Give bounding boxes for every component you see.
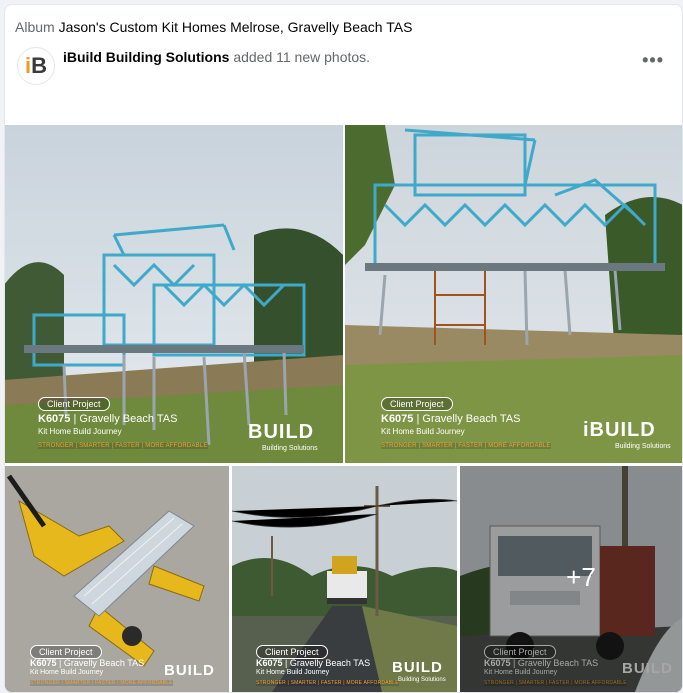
author-link[interactable]: iBuild Building Solutions xyxy=(63,49,229,65)
journey-text: Kit Home Build Journey xyxy=(38,427,122,436)
brand-watermark: BUILD xyxy=(392,659,443,676)
journey-text: Kit Home Build Journey xyxy=(256,669,330,676)
album-title-link[interactable]: Jason's Custom Kit Homes Melrose, Gravel… xyxy=(59,19,413,35)
photo-tile-2[interactable]: Client Project K6075 | Gravelly Beach TA… xyxy=(345,125,682,463)
post-action-text: added 11 new photos. xyxy=(233,49,371,65)
post-card: Album Jason's Custom Kit Homes Melrose, … xyxy=(4,4,683,693)
slogan-text: STRONGER | SMARTER | FASTER | MORE AFFOR… xyxy=(256,680,399,686)
more-photos-count: +7 xyxy=(566,561,596,592)
more-photos-overlay[interactable]: +7 xyxy=(460,466,682,692)
client-project-badge: Client Project xyxy=(38,397,110,411)
client-project-badge: Client Project xyxy=(30,645,102,659)
slogan-text: STRONGER | SMARTER | FASTER | MORE AFFOR… xyxy=(38,443,208,449)
album-prefix: Album xyxy=(15,19,55,35)
journey-text: Kit Home Build Journey xyxy=(30,669,104,676)
album-header: Album Jason's Custom Kit Homes Melrose, … xyxy=(15,19,412,35)
project-code: K6075 | Gravelly Beach TAS xyxy=(30,658,145,668)
project-code: K6075 | Gravelly Beach TAS xyxy=(381,413,521,425)
brand-sub-text: Building Solutions xyxy=(262,445,318,452)
photo-tile-5[interactable]: Client Project K6075 | Gravelly Beach TA… xyxy=(460,466,682,692)
photo-tile-3[interactable]: Client Project K6075 | Gravelly Beach TA… xyxy=(5,466,229,692)
ibuild-logo-icon: iB xyxy=(24,53,47,78)
brand-sub-text: Building Solutions xyxy=(615,443,671,450)
post-byline: iBuild Building Solutions added 11 new p… xyxy=(63,49,370,65)
brand-watermark: iBUILD xyxy=(583,419,656,441)
project-code: K6075 | Gravelly Beach TAS xyxy=(38,413,178,425)
journey-text: Kit Home Build Journey xyxy=(381,427,465,436)
more-horizontal-icon[interactable]: ••• xyxy=(642,51,664,69)
slogan-text: STRONGER | SMARTER | FASTER | MORE AFFOR… xyxy=(381,443,551,449)
brand-watermark: BUILD xyxy=(164,662,215,679)
photo-tile-4[interactable]: Client Project K6075 | Gravelly Beach TA… xyxy=(232,466,457,692)
photo-tile-1[interactable]: Client Project K6075 | Gravelly Beach TA… xyxy=(5,125,343,463)
avatar[interactable]: iB xyxy=(17,47,55,85)
brand-sub-text: Building Solutions xyxy=(398,677,446,683)
client-project-badge: Client Project xyxy=(256,645,328,659)
brand-watermark: BUILD xyxy=(248,421,315,443)
slogan-text: STRONGER | SMARTER | FASTER | MORE AFFOR… xyxy=(30,680,173,686)
client-project-badge: Client Project xyxy=(381,397,453,411)
project-code: K6075 | Gravelly Beach TAS xyxy=(256,658,371,668)
